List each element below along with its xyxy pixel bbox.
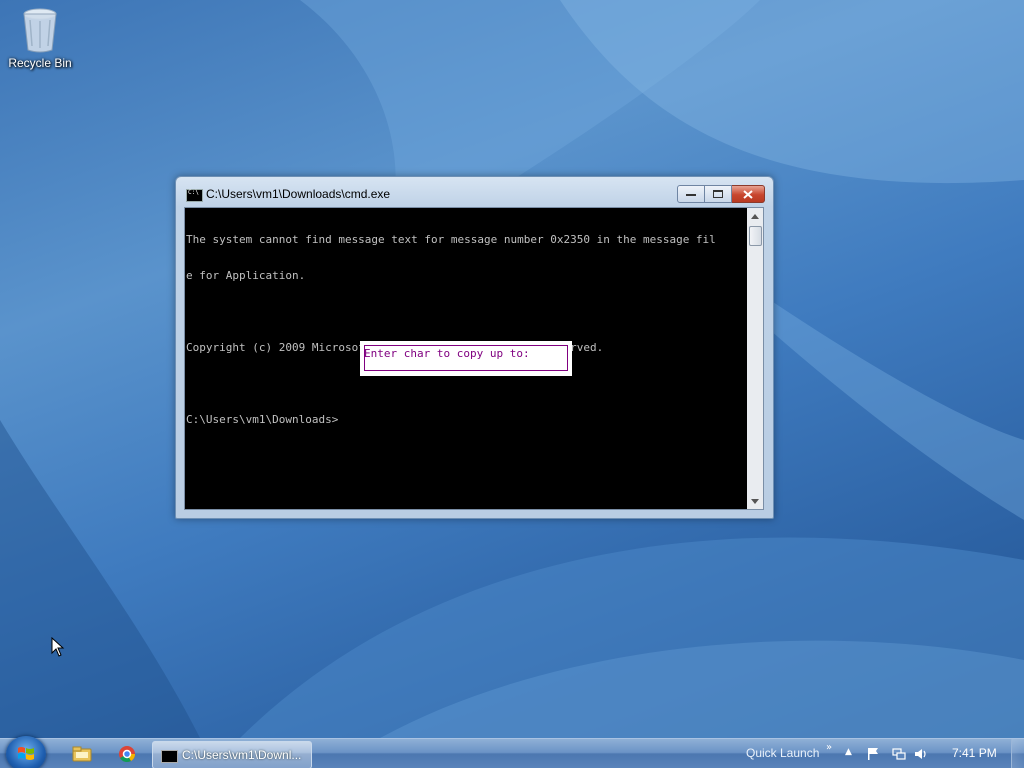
close-button[interactable] — [732, 185, 765, 203]
maximize-icon — [713, 190, 723, 198]
console-prompt-line: C:\Users\vm1\Downloads> — [186, 413, 339, 426]
console-icon — [161, 750, 178, 763]
copy-up-to-prompt[interactable]: Enter char to copy up to: — [360, 341, 572, 376]
vertical-scrollbar[interactable] — [747, 208, 763, 509]
scroll-down-button[interactable] — [747, 493, 763, 509]
desktop-icon-label: Recycle Bin — [8, 56, 72, 70]
close-icon — [743, 189, 753, 199]
console-window[interactable]: C:\Users\vm1\Downloads\cmd.exe The syste… — [175, 176, 774, 519]
console-icon — [186, 189, 203, 202]
quick-launch-label[interactable]: Quick Launch — [746, 746, 819, 760]
chrome-button[interactable] — [115, 743, 139, 765]
show-desktop-button[interactable] — [1011, 739, 1024, 768]
minimize-button[interactable] — [677, 185, 705, 203]
volume-icon[interactable] — [914, 747, 928, 761]
taskbar-button-cmd[interactable]: C:\Users\vm1\Downl... — [152, 741, 312, 768]
desktop-icon-recycle-bin[interactable]: Recycle Bin — [4, 6, 76, 70]
scroll-up-arrow-icon — [751, 213, 759, 219]
quick-launch-chevron-icon[interactable]: » — [826, 742, 832, 753]
mouse-cursor-icon — [51, 637, 65, 657]
console-client-area[interactable]: The system cannot find message text for … — [184, 207, 764, 510]
recycle-bin-icon — [20, 6, 60, 54]
prompt-text: Enter char to copy up to: — [364, 347, 530, 360]
window-title: C:\Users\vm1\Downloads\cmd.exe — [206, 187, 391, 201]
clock[interactable]: 7:41 PM — [952, 746, 997, 760]
scroll-down-arrow-icon — [751, 498, 759, 504]
minimize-icon — [686, 194, 696, 196]
start-orb-icon — [18, 747, 34, 760]
windows-explorer-icon — [72, 746, 92, 762]
console-line: e for Application. — [186, 269, 306, 282]
caption-buttons — [677, 185, 765, 203]
console-line: The system cannot find message text for … — [186, 233, 716, 246]
network-icon[interactable] — [892, 747, 906, 761]
windows-explorer-button[interactable] — [70, 743, 94, 765]
scroll-up-button[interactable] — [747, 208, 763, 224]
title-bar[interactable]: C:\Users\vm1\Downloads\cmd.exe — [176, 177, 773, 207]
start-button[interactable] — [6, 736, 46, 768]
scroll-thumb[interactable] — [749, 226, 762, 246]
taskbar-button-label: C:\Users\vm1\Downl... — [182, 748, 302, 762]
chrome-icon — [119, 746, 136, 763]
desktop: Recycle Bin C:\Users\vm1\Downloads\cmd.e… — [0, 0, 1024, 738]
show-hidden-icons-button[interactable]: ▲ — [845, 747, 852, 757]
taskbar: C:\Users\vm1\Downl... Quick Launch » ▲ 7… — [0, 736, 1024, 768]
action-center-flag-icon[interactable] — [866, 747, 880, 761]
maximize-button[interactable] — [705, 185, 732, 203]
